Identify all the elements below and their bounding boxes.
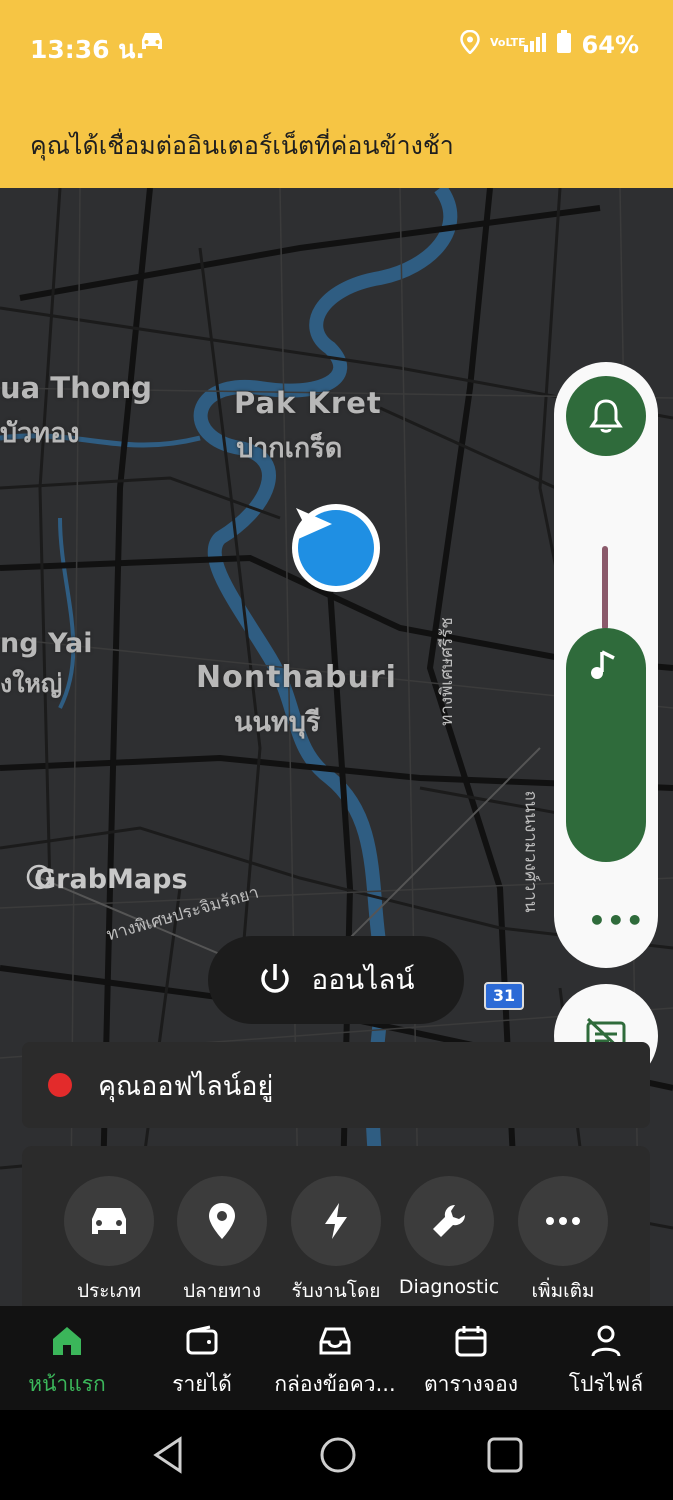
place-label-nonthaburi-en: Nonthaburi <box>196 660 397 695</box>
tab-earnings[interactable]: รายได้ <box>156 1324 248 1401</box>
place-label-bua-thong-en: ua Thong <box>0 371 153 405</box>
music-note-icon <box>588 648 620 688</box>
shortcut-label: ประเภท <box>76 1280 141 1300</box>
place-label-bang-yai-en: ng Yai <box>0 628 93 659</box>
recents-icon[interactable] <box>486 1435 524 1479</box>
shortcut-destination[interactable]: ปลายทาง <box>167 1176 277 1300</box>
home-nav-icon[interactable] <box>318 1435 358 1479</box>
place-label-nonthaburi-th: นนทบุรี <box>234 707 321 738</box>
bottom-tab-bar: หน้าแรก รายได้ กล่องข้อคว... ตารางจอง โป… <box>0 1306 673 1410</box>
banner-message: คุณได้เชื่อมต่ออินเตอร์เน็ตที่ค่อนข้างช้… <box>30 131 454 160</box>
location-status-icon <box>459 29 480 60</box>
lightning-icon <box>325 1203 347 1239</box>
more-options-icon[interactable]: ••• <box>588 904 645 937</box>
car-status-icon <box>138 30 166 56</box>
offline-status-text: คุณออฟไลน์อยู่ <box>98 1070 274 1102</box>
power-icon <box>261 964 290 993</box>
shortcut-more[interactable]: เพิ่มเติม <box>508 1176 618 1300</box>
shortcut-label: Diagnostic <box>398 1276 500 1298</box>
place-label-bang-yai-th: งใหญ่ <box>0 669 63 698</box>
map-attribution[interactable]: GrabMaps <box>26 864 188 895</box>
location-pin-icon <box>209 1203 235 1239</box>
tab-label: หน้าแรก <box>28 1372 106 1396</box>
status-time: 13:36 น. <box>30 35 145 64</box>
offline-indicator-dot <box>48 1073 72 1097</box>
car-icon <box>92 1208 126 1234</box>
tab-profile[interactable]: โปรไฟล์ <box>560 1324 652 1401</box>
notification-button[interactable] <box>566 376 646 456</box>
wrench-icon <box>433 1204 466 1237</box>
battery-icon <box>556 30 572 60</box>
offline-status-bar: คุณออฟไลน์อยู่ <box>22 1042 650 1128</box>
shortcut-panel: ประเภท ปลายทาง รับงานโดย Diagnostic เพิ่… <box>22 1146 650 1306</box>
shortcut-auto-accept[interactable]: รับงานโดย <box>281 1176 391 1300</box>
route-shield: 31 <box>484 982 524 1010</box>
slow-connection-banner: คุณได้เชื่อมต่ออินเตอร์เน็ตที่ค่อนข้างช้… <box>0 92 673 188</box>
shortcut-label: เพิ่มเติม <box>531 1280 595 1300</box>
home-icon <box>53 1327 81 1355</box>
place-label-bua-thong-th: บัวทอง <box>0 418 80 449</box>
tab-inbox[interactable]: กล่องข้อคว... <box>270 1324 400 1401</box>
road-label: ถนนงามวงศ์วาน <box>520 790 541 913</box>
current-location-marker <box>292 504 380 592</box>
shortcut-label: รับงานโดย <box>291 1280 381 1300</box>
shortcut-diagnostic[interactable]: Diagnostic <box>394 1176 504 1300</box>
place-label-pak-kret-th: ปากเกร็ด <box>236 433 343 464</box>
inbox-icon <box>319 1327 351 1355</box>
tab-label: รายได้ <box>172 1372 232 1396</box>
road-label: ทางพิเศษศรีรัช <box>436 617 457 726</box>
tab-home[interactable]: หน้าแรก <box>20 1324 114 1401</box>
volume-track[interactable] <box>602 546 608 630</box>
battery-percentage: 64% <box>581 31 639 59</box>
tab-label: ตารางจอง <box>424 1372 518 1396</box>
tab-label: กล่องข้อคว... <box>274 1372 396 1396</box>
attribution-text: GrabMaps <box>34 864 188 895</box>
bell-icon <box>589 399 623 433</box>
tab-label: โปรไฟล์ <box>568 1372 644 1396</box>
svg-text:VoLTE: VoLTE <box>490 36 526 49</box>
status-bar: 13:36 น. VoLTE 64% <box>0 0 673 92</box>
system-navigation-bar <box>0 1410 673 1500</box>
shortcut-label: ปลายทาง <box>183 1280 261 1300</box>
shortcut-vehicle-type[interactable]: ประเภท <box>54 1176 164 1300</box>
profile-icon <box>591 1325 621 1357</box>
place-label-pak-kret-en: Pak Kret <box>234 386 382 420</box>
signal-icon: VoLTE <box>490 31 546 59</box>
more-icon <box>546 1217 580 1225</box>
navigation-arrow-icon <box>296 508 332 540</box>
tab-schedule[interactable]: ตารางจอง <box>418 1324 524 1401</box>
go-online-button[interactable]: ออนไลน์ <box>208 936 464 1024</box>
online-button-label: ออนไลน์ <box>311 963 415 996</box>
wallet-icon <box>186 1325 218 1355</box>
calendar-icon <box>455 1326 487 1357</box>
back-icon[interactable] <box>150 1435 186 1479</box>
